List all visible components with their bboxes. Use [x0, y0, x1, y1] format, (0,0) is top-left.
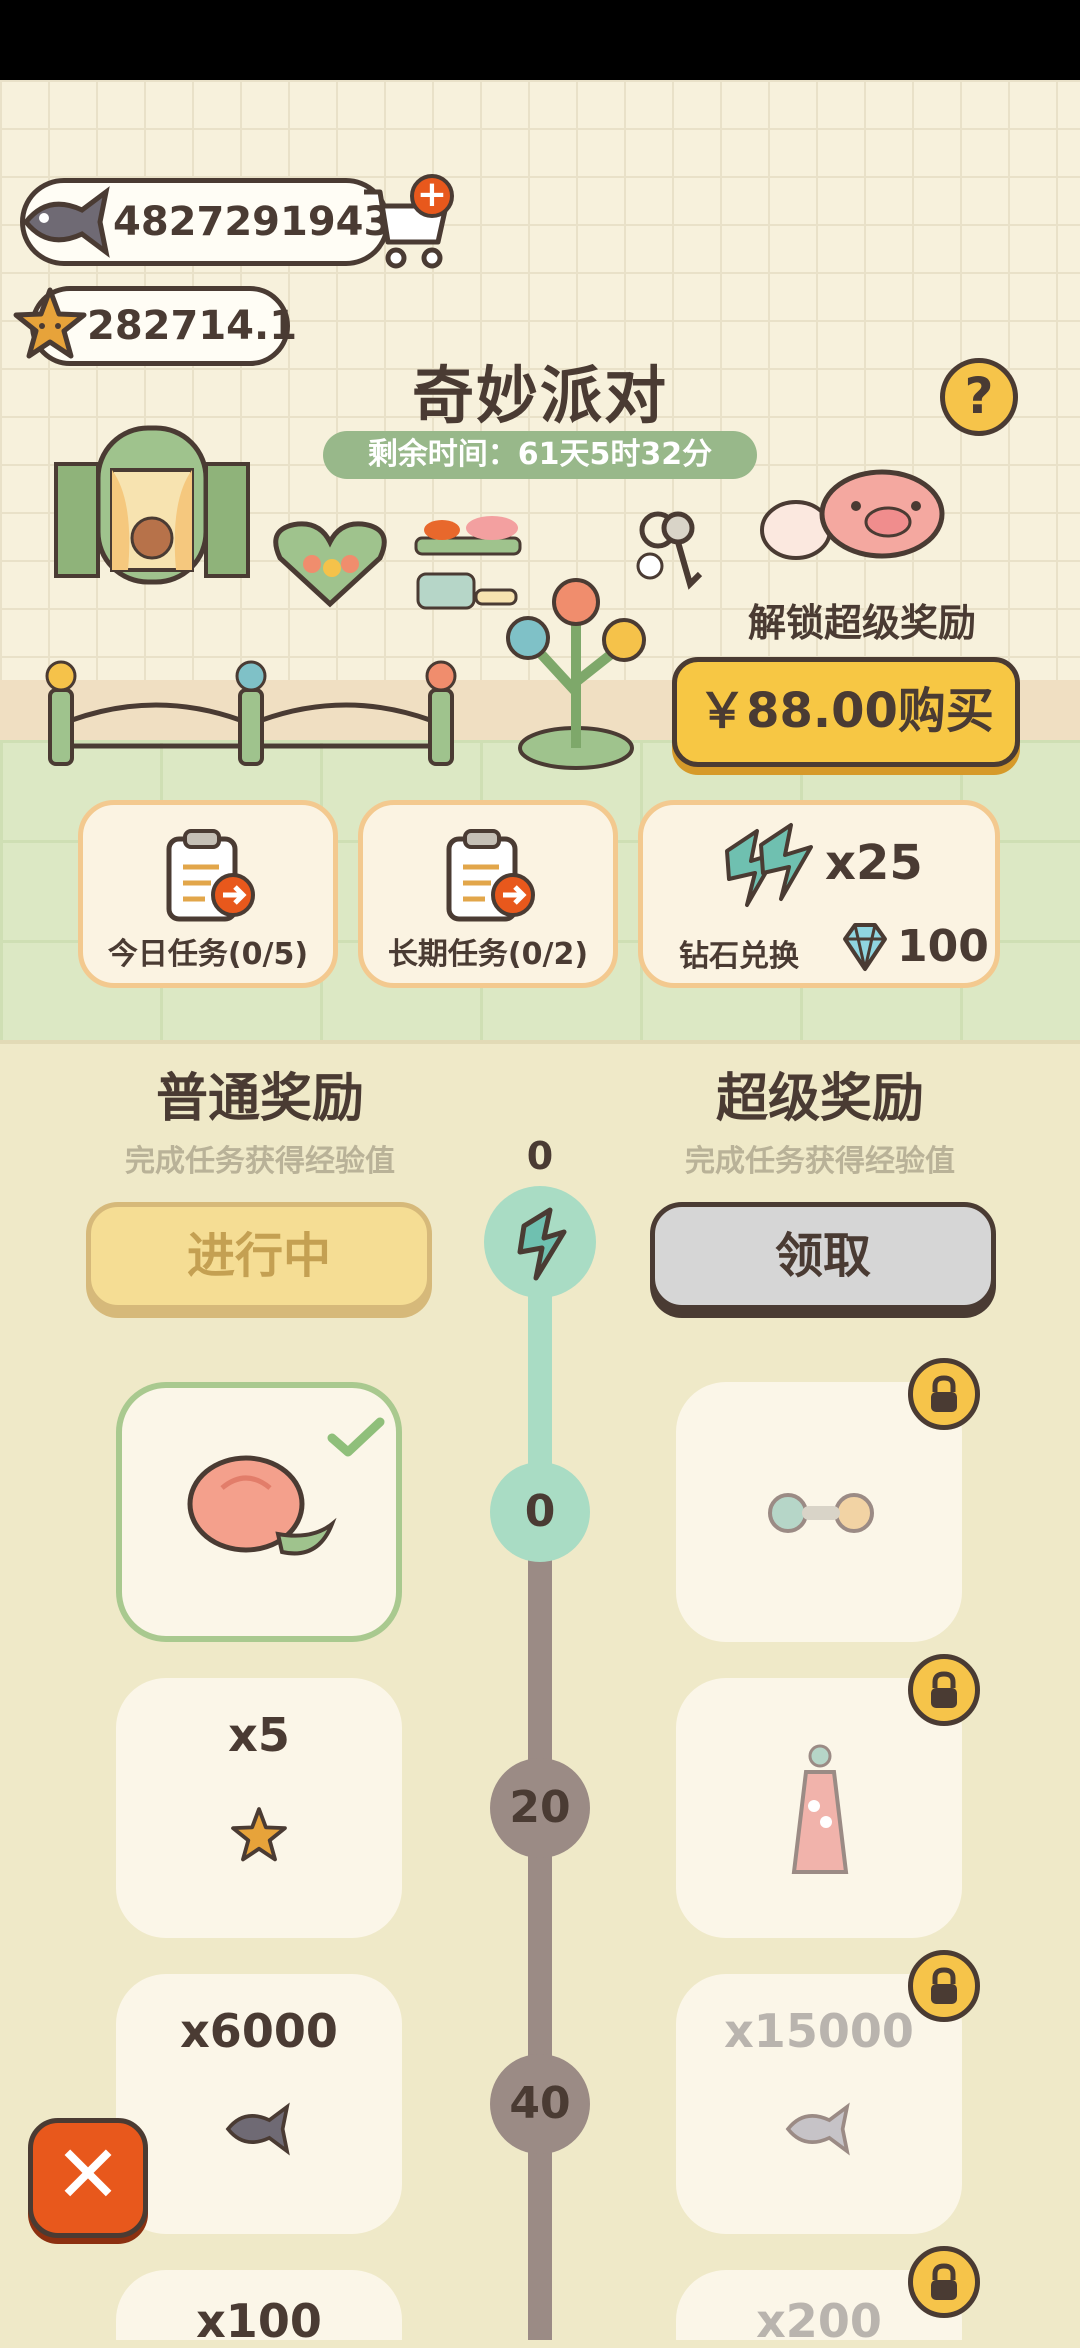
status-bar	[0, 0, 1080, 80]
shop-cart-button[interactable]: +	[358, 170, 458, 274]
diamond-exchange-label: 钻石兑换	[679, 939, 799, 974]
super-reward-tile[interactable]: x15000	[676, 1974, 962, 2234]
current-exp: 0	[526, 1134, 554, 1178]
heart-wreath-decoration	[273, 521, 387, 608]
lightning-token-icon	[725, 823, 813, 907]
super-reward-subtitle: 完成任务获得经验值	[685, 1144, 955, 1179]
diamond-price: 100	[897, 921, 989, 972]
reward-amount: x5	[228, 1708, 290, 1762]
diamond-exchange-card[interactable]: x25 钻石兑换 100	[638, 800, 1000, 988]
fish-icon	[225, 2102, 290, 2156]
normal-reward-title: 普通奖励	[155, 1069, 364, 1129]
lightning-icon	[517, 1207, 567, 1281]
level-node-20: 20	[490, 1758, 590, 1858]
star-amount: 282714.1	[87, 303, 298, 349]
normal-reward-tile[interactable]	[116, 1382, 402, 1642]
normal-reward-tile[interactable]: x6000	[116, 1974, 402, 2234]
super-reward-tile[interactable]	[676, 1678, 962, 1938]
in-progress-button[interactable]: 进行中	[86, 1202, 432, 1310]
lock-icon	[908, 1654, 980, 1726]
normal-reward-tile[interactable]: x100	[116, 2270, 402, 2348]
token-count: x25	[825, 835, 923, 891]
lock-icon	[908, 1358, 980, 1430]
task-clipboard-icon	[166, 829, 255, 922]
pig-plush-decoration	[760, 469, 945, 560]
diamond-icon	[843, 923, 887, 971]
normal-reward-subtitle: 完成任务获得经验值	[125, 1144, 395, 1179]
unlock-super-reward-label: 解锁超级奖励	[747, 601, 976, 645]
event-title: 奇妙派对	[411, 359, 668, 432]
fish-icon	[785, 2102, 850, 2156]
check-icon	[327, 1417, 385, 1457]
super-reward-tile[interactable]	[676, 1382, 962, 1642]
pink-dress-icon	[791, 1744, 849, 1874]
fish-icon	[22, 186, 110, 258]
lock-icon	[908, 1950, 980, 2022]
flower-hairclip-icon	[768, 1493, 874, 1533]
normal-reward-tile[interactable]: x5	[116, 1678, 402, 1938]
daily-tasks-card[interactable]: 今日任务(0/5)	[78, 800, 338, 988]
help-button[interactable]: ?	[940, 358, 1018, 436]
tulip-bouquet-icon	[187, 1455, 337, 1556]
super-reward-title: 超级奖励	[715, 1069, 924, 1129]
level-node-0: 0	[490, 1462, 590, 1562]
flower-bush-decoration	[506, 578, 646, 770]
fence-decoration	[45, 660, 457, 766]
exp-token-node	[484, 1186, 596, 1298]
long-term-tasks-label: 长期任务(0/2)	[387, 937, 589, 972]
level-node-40: 40	[490, 2054, 590, 2154]
daily-tasks-label: 今日任务(0/5)	[107, 937, 309, 972]
window-cat-decoration	[54, 425, 250, 585]
close-button[interactable]: ✕	[28, 2118, 148, 2238]
buy-pass-button[interactable]: ￥88.00购买	[672, 657, 1020, 767]
reward-amount: x6000	[180, 2004, 338, 2058]
add-plus-icon: +	[410, 174, 454, 218]
task-clipboard-icon	[446, 829, 535, 922]
fish-amount: 4827291943	[113, 199, 392, 245]
lock-icon	[908, 2246, 980, 2318]
event-timer: 剩余时间：61天5时32分	[323, 431, 757, 479]
long-term-tasks-card[interactable]: 长期任务(0/2)	[358, 800, 618, 988]
star-icon	[231, 1807, 287, 1862]
claim-button[interactable]: 领取	[650, 1202, 996, 1310]
star-icon	[13, 287, 87, 359]
